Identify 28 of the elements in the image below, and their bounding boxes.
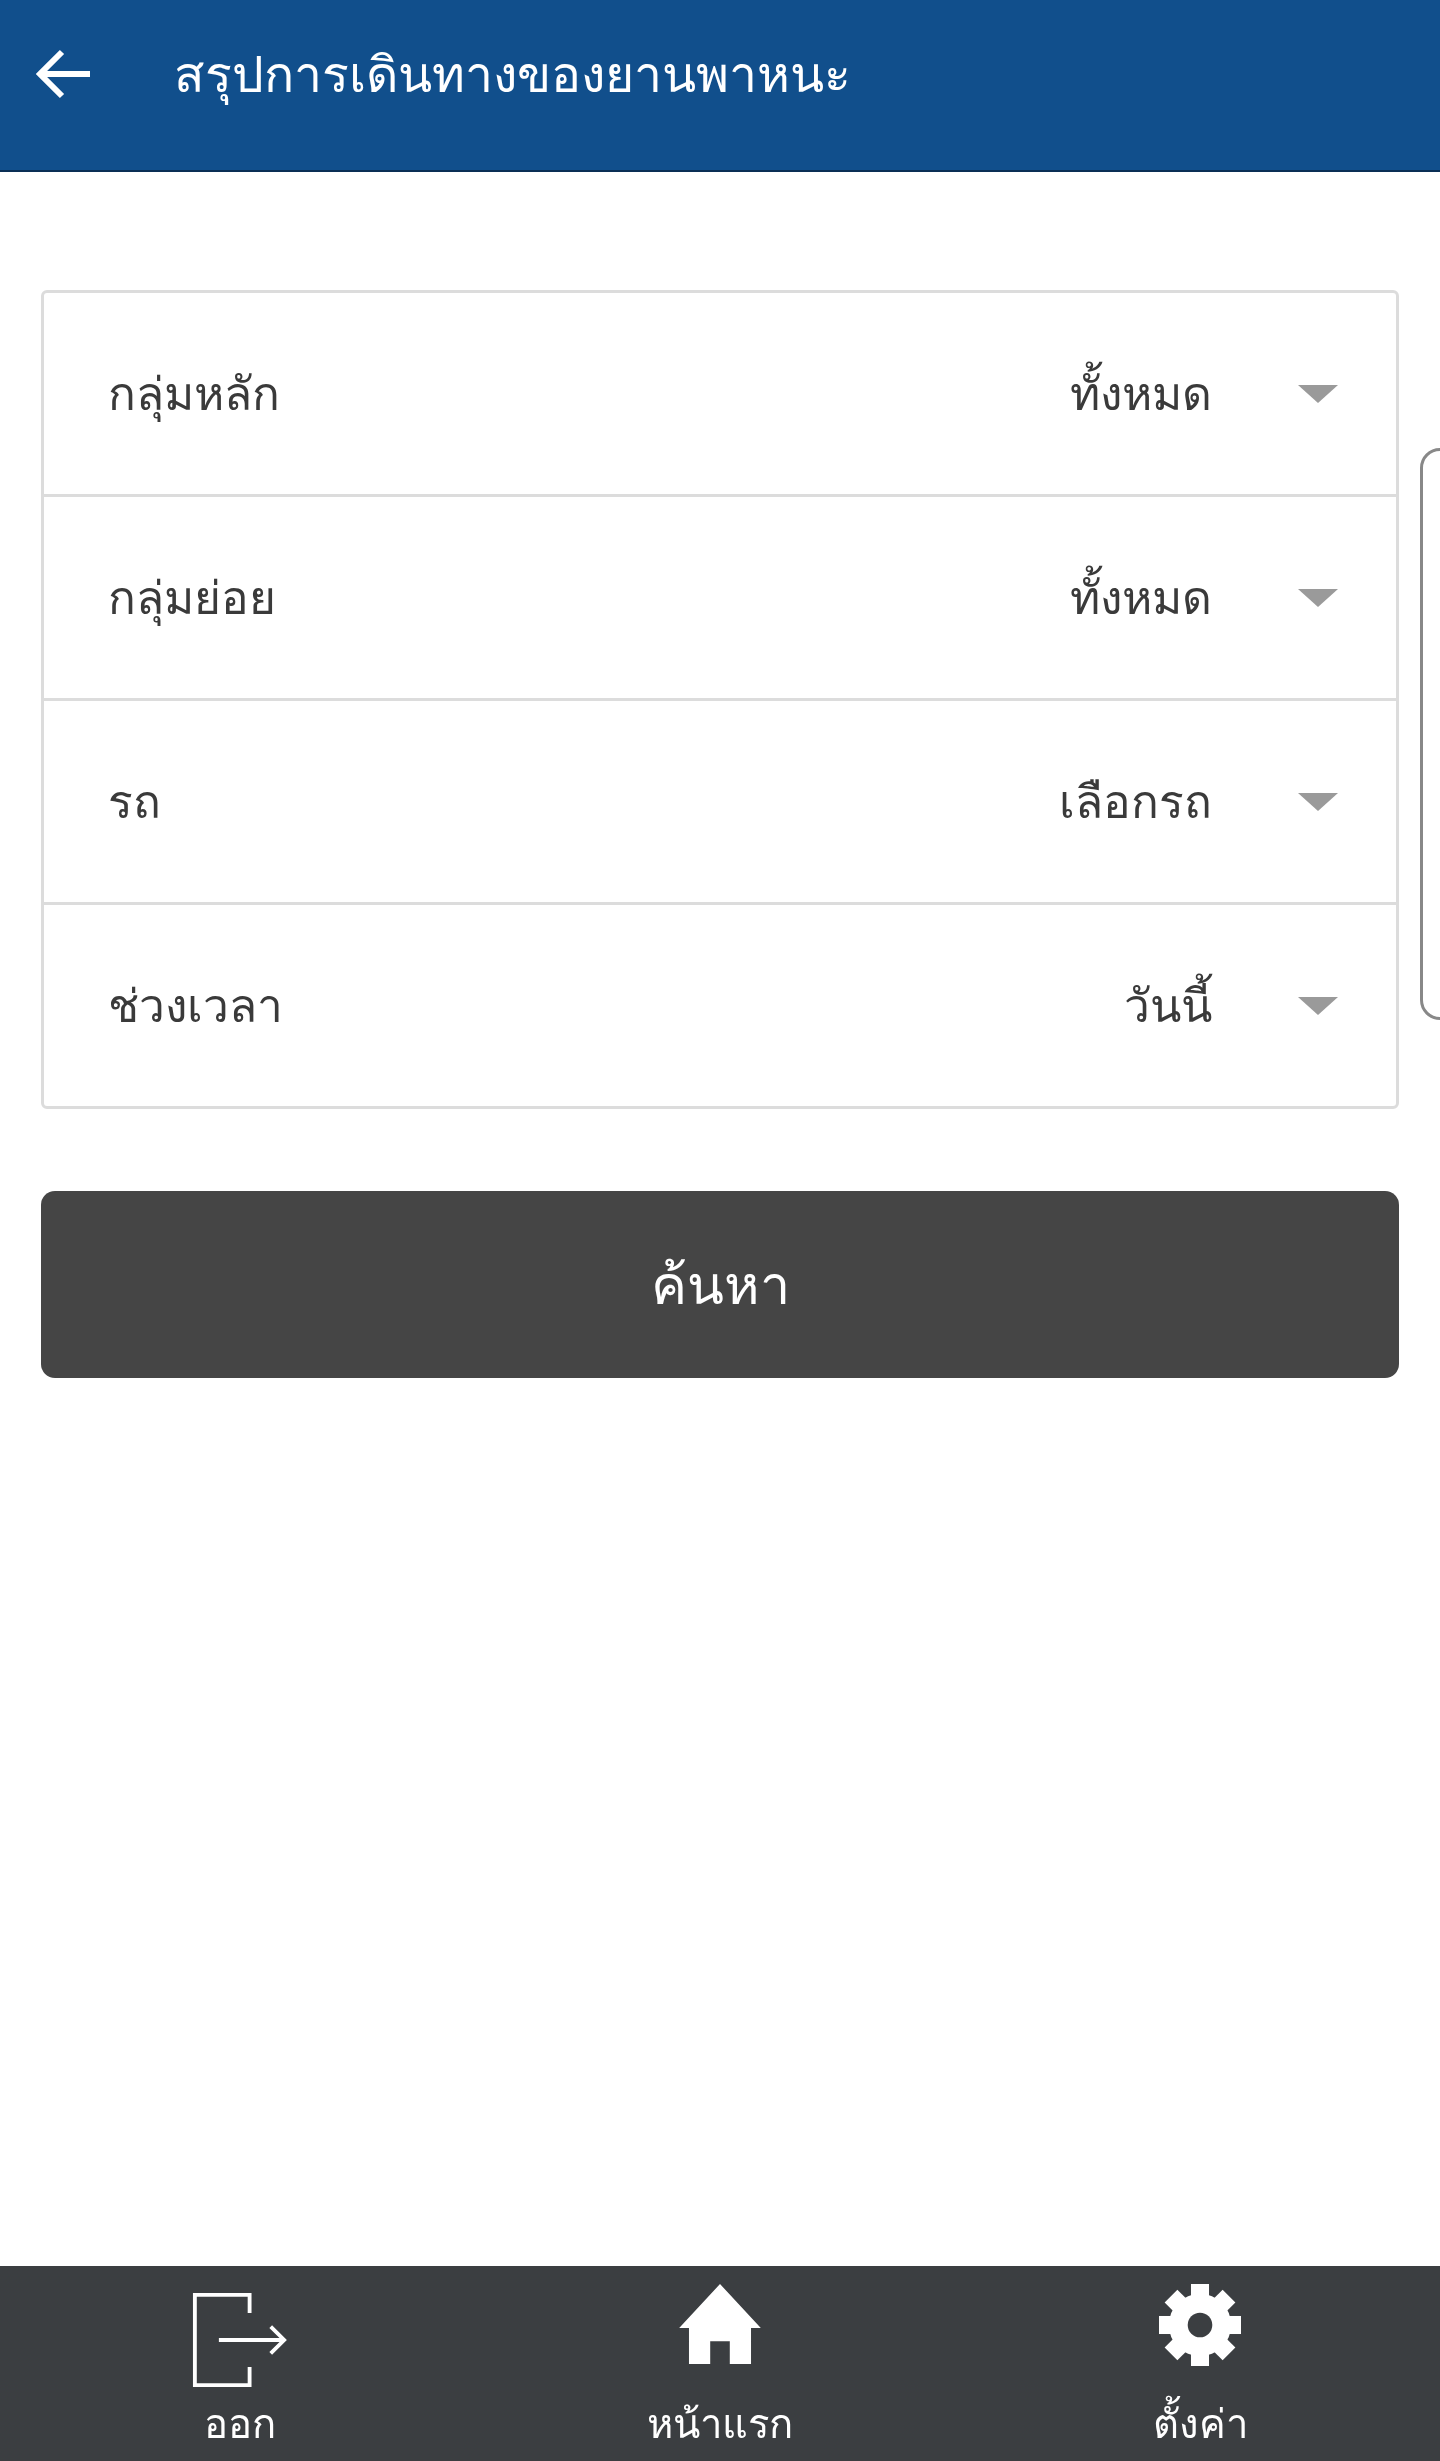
field-label: กลุ่มหลัก xyxy=(108,366,280,424)
caret-icon xyxy=(1298,996,1338,1015)
caret-icon xyxy=(1298,384,1338,403)
dropdown-row[interactable]: กลุ่มหลัก ทั้งหมด xyxy=(44,293,1396,494)
exit-icon xyxy=(192,2292,288,2388)
back-arrow-icon xyxy=(36,49,92,99)
dropdown-row[interactable]: ช่วงเวลา วันนี้ xyxy=(44,902,1396,1106)
dropdown-row[interactable]: รถ เลือกรถ xyxy=(44,698,1396,902)
nav-item[interactable]: ออก xyxy=(0,2266,480,2461)
field-label: ช่วงเวลา xyxy=(108,978,283,1035)
field-label: กลุ่มย่อย xyxy=(108,570,276,628)
nav-label: ตั้งค่า xyxy=(1152,2392,1248,2456)
dropdown-row[interactable]: กลุ่มย่อย ทั้งหมด xyxy=(44,494,1396,698)
selected-value: เลือกรถ xyxy=(1059,774,1212,831)
settings-icon xyxy=(1159,2284,1241,2366)
home-icon xyxy=(679,2284,761,2364)
selected-value: วันนี้ xyxy=(1124,969,1212,1042)
search-button[interactable]: ค้นหา xyxy=(41,1191,1399,1378)
nav-item[interactable]: ตั้งค่า xyxy=(960,2266,1440,2461)
field-label: รถ xyxy=(108,774,161,831)
nav-label: หน้าแรก xyxy=(647,2400,793,2449)
nav-item[interactable]: หน้าแรก xyxy=(480,2266,960,2461)
selected-value: ทั้งหมด xyxy=(1070,357,1212,430)
nav-label: ออก xyxy=(204,2400,276,2449)
caret-icon xyxy=(1298,588,1338,607)
page-title: สรุปการเดินทางของยานพาหนะ xyxy=(174,44,851,107)
selected-value: ทั้งหมด xyxy=(1070,561,1212,634)
caret-icon xyxy=(1298,792,1338,811)
